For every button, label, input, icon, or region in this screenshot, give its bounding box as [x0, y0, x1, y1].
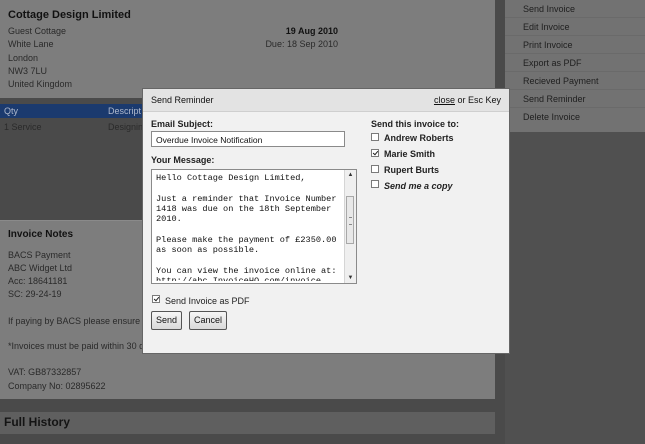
cancel-button[interactable]: Cancel	[189, 311, 227, 330]
notes-line: Company No: 02895622	[8, 381, 106, 391]
sidebar-item-delete-invoice[interactable]: Delete Invoice	[523, 112, 580, 122]
history-section: Full History	[0, 412, 495, 434]
notes-line: ABC Widget Ltd	[8, 263, 73, 273]
close-link[interactable]: close	[434, 95, 455, 105]
recipient-name: Rupert Burts	[384, 165, 440, 175]
scroll-down-icon[interactable]: ▼	[345, 273, 356, 283]
notes-line: Acc: 18641181	[8, 276, 68, 286]
recipients-label: Send this invoice to:	[371, 119, 460, 129]
message-text: Hello Cottage Design Limited, Just a rem…	[156, 173, 337, 281]
issue-date: 19 Aug 2010	[285, 26, 338, 36]
notes-line: If paying by BACS please ensure yo	[8, 316, 153, 326]
divider	[505, 17, 645, 18]
send-pdf-checkbox[interactable]	[152, 295, 160, 303]
divider	[505, 71, 645, 72]
recipient-checkbox-rupert-burts[interactable]	[371, 165, 379, 173]
scroll-thumb[interactable]	[346, 196, 354, 244]
send-me-copy-label: Send me a copy	[384, 181, 453, 191]
address-line: White Lane	[8, 39, 54, 50]
dialog-header: Send Reminder close or Esc Key	[143, 89, 509, 112]
billing-address: Guest Cottage White Lane London NW3 7LU …	[8, 25, 72, 91]
recipient-name: Andrew Roberts	[384, 133, 454, 143]
sidebar-item-export-pdf[interactable]: Export as PDF	[523, 58, 582, 68]
scroll-up-icon[interactable]: ▲	[345, 170, 356, 180]
subject-label: Email Subject:	[151, 119, 214, 129]
notes-line: BACS Payment	[8, 250, 71, 260]
address-line: NW3 7LU	[8, 65, 48, 76]
history-title: Full History	[4, 415, 71, 429]
close-hint: or Esc Key	[454, 95, 501, 105]
sidebar-item-send-reminder[interactable]: Send Reminder	[523, 94, 586, 104]
dialog-title: Send Reminder	[151, 95, 214, 105]
recipient-checkbox-andrew-roberts[interactable]	[371, 133, 379, 141]
send-pdf-label: Send Invoice as PDF	[165, 296, 250, 306]
send-button[interactable]: Send	[151, 311, 182, 330]
invoice-header-card: Cottage Design Limited Guest Cottage Whi…	[0, 0, 495, 98]
due-date: Due: 18 Sep 2010	[265, 39, 338, 50]
divider	[505, 89, 645, 90]
send-me-copy-checkbox[interactable]	[371, 180, 379, 188]
invoice-actions-sidebar: Send Invoice Edit Invoice Print Invoice …	[505, 0, 645, 132]
message-scrollbar[interactable]: ▲ ▼	[344, 170, 356, 283]
sidebar-item-print-invoice[interactable]: Print Invoice	[523, 40, 573, 50]
recipient-checkbox-marie-smith[interactable]	[371, 149, 379, 157]
company-name: Cottage Design Limited	[8, 9, 131, 21]
divider	[505, 35, 645, 36]
dialog-close-area: close or Esc Key	[434, 95, 501, 105]
notes-line: SC: 29-24-19	[8, 289, 62, 299]
notes-line: VAT: GB87332857	[8, 367, 82, 377]
sidebar-background	[505, 132, 645, 444]
sidebar-item-send-invoice[interactable]: Send Invoice	[523, 4, 575, 14]
notes-line: *Invoices must be paid within 30 da	[8, 341, 150, 351]
column-header-description: Descript	[108, 106, 142, 116]
line-item-description: Designin	[108, 122, 144, 132]
line-item-qty: 1 Service	[4, 122, 42, 132]
address-line: Guest Cottage	[8, 26, 67, 36]
address-line: London	[8, 52, 39, 63]
message-textarea[interactable]: Hello Cottage Design Limited, Just a rem…	[151, 169, 357, 284]
sidebar-item-edit-invoice[interactable]: Edit Invoice	[523, 22, 570, 32]
invoice-dates: 19 Aug 2010 Due: 18 Sep 2010	[265, 25, 338, 52]
address-line: United Kingdom	[8, 79, 73, 90]
sidebar-item-received-payment[interactable]: Recieved Payment	[523, 76, 599, 86]
recipient-name: Marie Smith	[384, 149, 436, 159]
divider	[505, 53, 645, 54]
subject-input[interactable]: Overdue Invoice Notification	[151, 131, 345, 147]
column-header-qty: Qty	[4, 106, 19, 116]
send-reminder-dialog: Send Reminder close or Esc Key Email Sub…	[142, 88, 510, 354]
grip-icon	[349, 217, 352, 225]
message-label: Your Message:	[151, 155, 215, 165]
divider	[505, 107, 645, 108]
notes-title: Invoice Notes	[8, 229, 74, 240]
